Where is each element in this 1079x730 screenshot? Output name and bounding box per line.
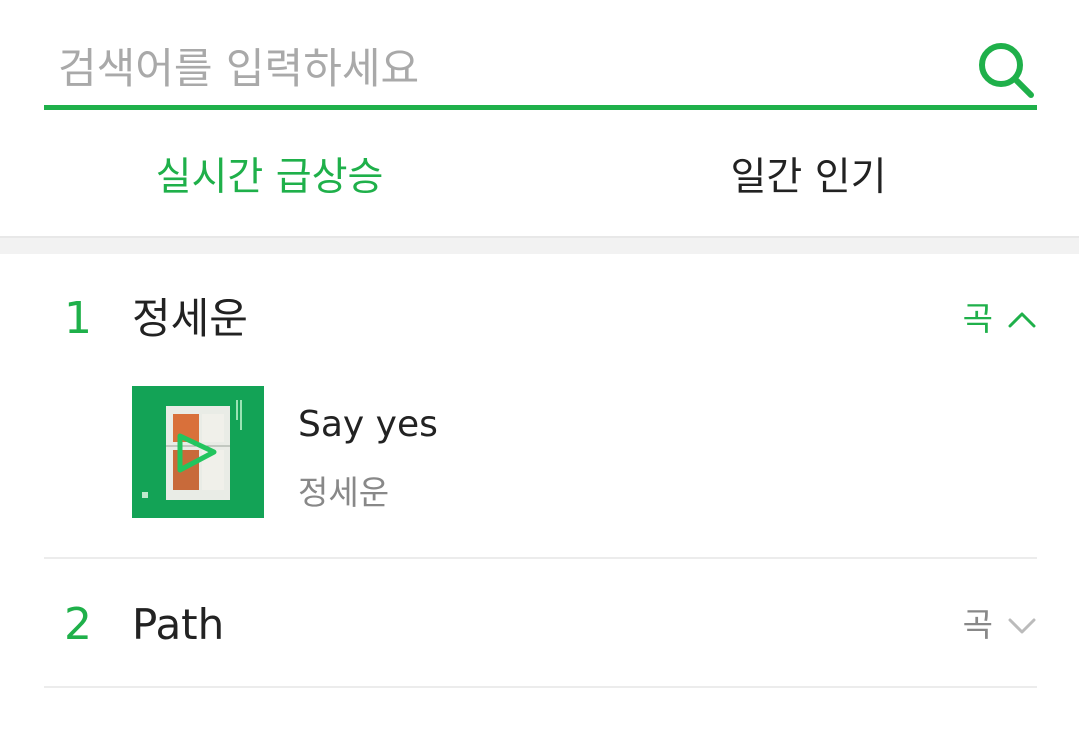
album-art — [132, 386, 264, 518]
chevron-down-icon[interactable] — [1007, 610, 1037, 640]
rank-number: 2 — [64, 599, 92, 650]
song-item[interactable]: Say yes 정세운 — [132, 386, 932, 518]
list-item-rank-2[interactable]: 2 Path 곡 — [44, 560, 1037, 688]
rank-number: 1 — [64, 293, 92, 344]
type-label: 곡 — [962, 605, 993, 644]
list-item-rank-1[interactable]: 1 정세운 곡 — [44, 254, 1037, 384]
row-divider — [44, 557, 1037, 559]
search-icon[interactable] — [975, 38, 1037, 100]
chevron-up-icon[interactable] — [1007, 304, 1037, 334]
keyword-label: 정세운 — [132, 294, 248, 343]
song-artist: 정세운 — [298, 473, 390, 512]
keyword-label: Path — [132, 600, 225, 649]
row-divider — [44, 686, 1037, 688]
search-bar — [44, 30, 1037, 110]
section-divider — [0, 236, 1079, 254]
search-input[interactable] — [58, 40, 938, 96]
tab-bar: 실시간 급상승 일간 인기 — [0, 112, 1079, 236]
song-title: Say yes — [298, 404, 438, 445]
tab-realtime-rising[interactable]: 실시간 급상승 — [0, 112, 539, 236]
type-label: 곡 — [962, 299, 993, 338]
tab-daily-popular[interactable]: 일간 인기 — [539, 112, 1078, 236]
